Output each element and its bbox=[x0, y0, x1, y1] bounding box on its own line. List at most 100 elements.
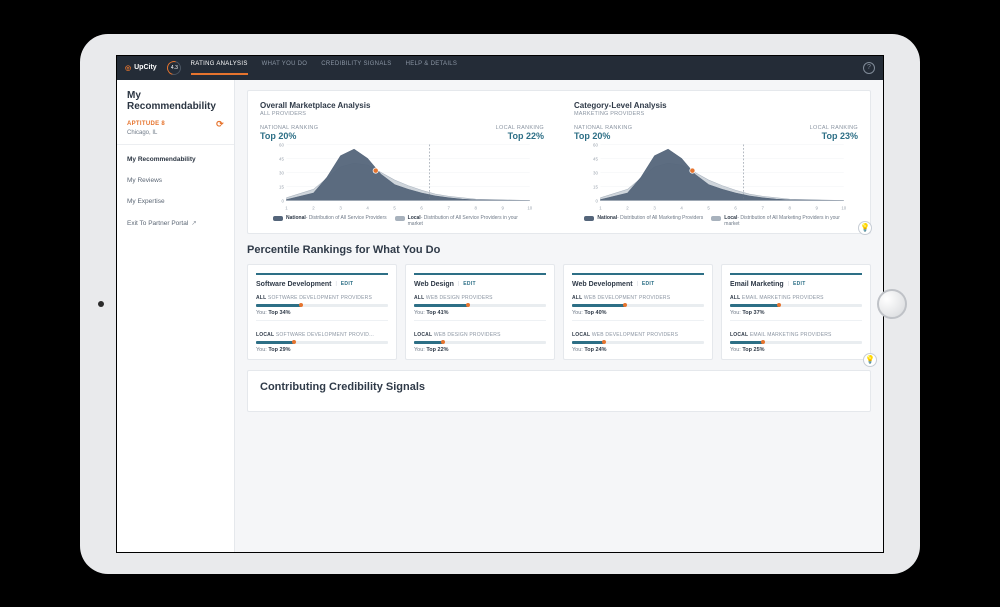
svg-text:0: 0 bbox=[281, 198, 284, 203]
svg-text:10: 10 bbox=[527, 205, 532, 210]
edit-link[interactable]: EDIT bbox=[463, 281, 476, 287]
percentile-card: Software Development | EDIT ALL SOFTWARE… bbox=[247, 264, 397, 360]
svg-text:45: 45 bbox=[593, 156, 598, 161]
all-bar bbox=[730, 304, 862, 307]
percentile-card: Web Development | EDIT ALL WEB DEVELOPME… bbox=[563, 264, 713, 360]
svg-text:1: 1 bbox=[599, 205, 602, 210]
card-title: Software Development bbox=[256, 281, 331, 288]
category-loc-label: LOCAL RANKING bbox=[810, 125, 858, 131]
credibility-panel: Contributing Credibility Signals bbox=[247, 370, 871, 412]
tablet-frame: ◎ UpCity 4.3 RATING ANALYSIS WHAT YOU DO C… bbox=[80, 34, 920, 574]
edit-link[interactable]: EDIT bbox=[341, 281, 354, 287]
local-you: You: Top 22% bbox=[414, 347, 546, 353]
lightbulb-icon[interactable]: 💡 bbox=[863, 353, 877, 367]
all-scope: ALL WEB DEVELOPMENT PROVIDERS bbox=[572, 295, 704, 301]
local-scope: LOCAL EMAIL MARKETING PROVIDERS bbox=[730, 332, 862, 338]
sidebar-nav: My RecommendabilityMy ReviewsMy Expertis… bbox=[117, 145, 234, 234]
overall-nat-label: NATIONAL RANKING bbox=[260, 125, 318, 131]
all-bar bbox=[414, 304, 546, 307]
percentile-cards: Software Development | EDIT ALL SOFTWARE… bbox=[247, 264, 871, 360]
edit-link[interactable]: EDIT bbox=[642, 281, 655, 287]
svg-text:45: 45 bbox=[279, 156, 284, 161]
tab-rating[interactable]: RATING ANALYSIS bbox=[191, 61, 248, 75]
local-you: You: Top 24% bbox=[572, 347, 704, 353]
svg-text:4: 4 bbox=[680, 205, 683, 210]
all-you: You: Top 37% bbox=[730, 310, 862, 316]
overall-loc-label: LOCAL RANKING bbox=[496, 125, 544, 131]
svg-text:1: 1 bbox=[285, 205, 288, 210]
legend-national: National bbox=[597, 215, 617, 221]
all-you: You: Top 41% bbox=[414, 310, 546, 316]
percentile-card: Email Marketing | EDIT ALL EMAIL MARKETI… bbox=[721, 264, 871, 360]
help-icon[interactable]: ? bbox=[863, 62, 875, 74]
category-nat-value: Top 20% bbox=[574, 131, 632, 141]
edit-link[interactable]: EDIT bbox=[793, 281, 806, 287]
sidebar-item-rec[interactable]: My Recommendability bbox=[117, 149, 234, 170]
tablet-camera bbox=[98, 301, 104, 307]
svg-text:2: 2 bbox=[312, 205, 315, 210]
tab-cred[interactable]: CREDIBILITY SIGNALS bbox=[321, 61, 391, 75]
company-name: APTITUDE 8 bbox=[127, 121, 165, 127]
svg-text:3: 3 bbox=[339, 205, 342, 210]
svg-text:15: 15 bbox=[279, 184, 284, 189]
percentile-heading: Percentile Rankings for What You Do bbox=[247, 244, 871, 256]
svg-text:10: 10 bbox=[841, 205, 846, 210]
svg-text:60: 60 bbox=[593, 142, 598, 147]
all-scope: ALL SOFTWARE DEVELOPMENT PROVIDERS bbox=[256, 295, 388, 301]
local-bar bbox=[572, 341, 704, 344]
category-title: Category-Level Analysis bbox=[574, 101, 858, 110]
local-bar bbox=[414, 341, 546, 344]
legend-national-text: - Distribution of All Service Providers bbox=[306, 215, 387, 221]
svg-text:7: 7 bbox=[761, 205, 764, 210]
svg-text:2: 2 bbox=[626, 205, 629, 210]
svg-text:6: 6 bbox=[420, 205, 423, 210]
overall-chart: 01530456012345678910 bbox=[260, 141, 544, 211]
sidebar: My Recommendability APTITUDE 8 ⟳ Chicago… bbox=[117, 80, 235, 552]
category-analysis: Category-Level Analysis MARKETING PROVID… bbox=[574, 101, 858, 227]
legend-local-text: - Distribution of All Service Providers … bbox=[408, 215, 518, 227]
sidebar-item-exit[interactable]: Exit To Partner Portal↗ bbox=[117, 212, 234, 234]
overall-analysis: Overall Marketplace Analysis ALL PROVIDE… bbox=[260, 101, 544, 227]
local-you: You: Top 29% bbox=[256, 347, 388, 353]
svg-text:7: 7 bbox=[447, 205, 450, 210]
main-content[interactable]: Overall Marketplace Analysis ALL PROVIDE… bbox=[235, 80, 883, 552]
percentile-card: Web Design | EDIT ALL WEB DESIGN PROVIDE… bbox=[405, 264, 555, 360]
svg-text:3: 3 bbox=[653, 205, 656, 210]
tab-help[interactable]: HELP & DETAILS bbox=[406, 61, 458, 75]
local-bar bbox=[256, 341, 388, 344]
category-sub: MARKETING PROVIDERS bbox=[574, 111, 858, 117]
sidebar-item-rev[interactable]: My Reviews bbox=[117, 170, 234, 191]
all-bar bbox=[256, 304, 388, 307]
svg-text:15: 15 bbox=[593, 184, 598, 189]
sidebar-item-exp[interactable]: My Expertise bbox=[117, 191, 234, 212]
tab-what[interactable]: WHAT YOU DO bbox=[262, 61, 308, 75]
overall-sub: ALL PROVIDERS bbox=[260, 111, 544, 117]
legend-national: National bbox=[286, 215, 306, 221]
brand-name: UpCity bbox=[134, 64, 157, 71]
svg-text:8: 8 bbox=[788, 205, 791, 210]
brand-logo[interactable]: ◎ UpCity bbox=[125, 64, 157, 72]
lightbulb-icon[interactable]: 💡 bbox=[858, 221, 872, 235]
sidebar-title: My Recommendability bbox=[127, 90, 224, 113]
category-chart: 01530456012345678910 bbox=[574, 141, 858, 211]
svg-text:0: 0 bbox=[595, 198, 598, 203]
external-link-icon: ↗ bbox=[191, 220, 196, 227]
top-tabs: RATING ANALYSIS WHAT YOU DO CREDIBILITY SI… bbox=[191, 61, 458, 75]
analysis-panel: Overall Marketplace Analysis ALL PROVIDE… bbox=[247, 90, 871, 234]
category-loc-value: Top 23% bbox=[810, 131, 858, 141]
score-badge[interactable]: 4.3 bbox=[164, 58, 183, 77]
card-title: Web Design bbox=[414, 281, 454, 288]
score-value: 4.3 bbox=[170, 65, 177, 71]
all-bar bbox=[572, 304, 704, 307]
svg-text:5: 5 bbox=[393, 205, 396, 210]
all-scope: ALL WEB DESIGN PROVIDERS bbox=[414, 295, 546, 301]
refresh-icon[interactable]: ⟳ bbox=[216, 119, 224, 130]
svg-text:5: 5 bbox=[707, 205, 710, 210]
svg-text:9: 9 bbox=[816, 205, 819, 210]
svg-text:6: 6 bbox=[734, 205, 737, 210]
category-nat-label: NATIONAL RANKING bbox=[574, 125, 632, 131]
overall-nat-value: Top 20% bbox=[260, 131, 318, 141]
all-scope: ALL EMAIL MARKETING PROVIDERS bbox=[730, 295, 862, 301]
legend-national-text: - Distribution of All Marketing Provider… bbox=[617, 215, 703, 221]
overall-loc-value: Top 22% bbox=[496, 131, 544, 141]
